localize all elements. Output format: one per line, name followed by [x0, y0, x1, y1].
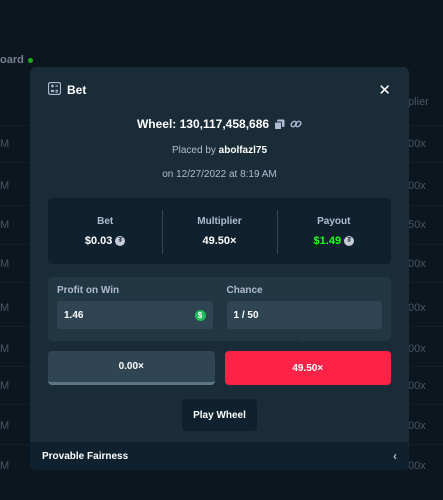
placed-by-prefix: Placed by	[171, 145, 216, 156]
coin-icon: ₮	[344, 235, 355, 246]
play-wheel-button[interactable]: Play Wheel	[182, 399, 257, 431]
profit-value: 1.46	[64, 309, 84, 321]
segment-row: 0.00× 49.50×	[48, 351, 391, 385]
profit-label: Profit on Win	[57, 285, 120, 296]
stat-payout-value: $1.49	[313, 234, 342, 247]
placed-by: Placed by abolfazl75	[30, 145, 409, 156]
selected-segment-pointer	[297, 337, 309, 343]
stat-payout-label: Payout	[317, 215, 351, 227]
profit-input[interactable]: 1.46 $	[57, 301, 213, 329]
stat-bet-value: $0.03	[84, 234, 113, 247]
stat-bet-label: Bet	[97, 215, 114, 227]
stat-payout: Payout $1.49 ₮	[276, 209, 391, 254]
link-icon[interactable]	[290, 118, 302, 130]
stat-multiplier-label: Multiplier	[197, 215, 242, 227]
copy-icon[interactable]	[274, 119, 285, 130]
stat-bet-value-row: $0.03 ₮	[48, 235, 162, 247]
chevron-left-icon[interactable]: ‹	[393, 449, 397, 463]
game-title: Wheel: 130,117,458,686	[30, 117, 409, 131]
bet-slip-icon	[47, 81, 62, 98]
chance-value: 1 / 50	[233, 309, 259, 321]
segment-grey-button[interactable]: 0.00×	[48, 351, 215, 385]
bet-modal: Bet ✕ Wheel: 130,117,458,686 Placed by a…	[30, 67, 409, 470]
stat-multiplier: Multiplier 49.50×	[162, 209, 276, 254]
provable-fairness-bar[interactable]: Provable Fairness ‹	[30, 442, 409, 470]
modal-header: Bet ✕	[30, 67, 409, 113]
modal-title-text: Bet	[67, 83, 87, 97]
chance-input[interactable]: 1 / 50	[226, 301, 382, 329]
chance-field: Chance 1 / 50	[226, 285, 382, 333]
stat-bet: Bet $0.03 ₮	[48, 216, 162, 247]
bet-inputs: Profit on Win 1.46 $ Chance 1 / 50	[48, 277, 391, 341]
username-link[interactable]: abolfazl75	[219, 145, 267, 156]
stat-multiplier-value: 49.50×	[202, 234, 237, 247]
coin-icon: ₮	[115, 235, 126, 246]
chance-label: Chance	[226, 285, 263, 296]
placed-date: on 12/27/2022 at 8:19 AM	[162, 169, 277, 180]
game-title-text: Wheel: 130,117,458,686	[136, 117, 270, 131]
modal-title: Bet	[47, 81, 87, 98]
usdt-icon: $	[194, 309, 206, 321]
provable-fairness-label: Provable Fairness	[42, 450, 129, 462]
close-icon[interactable]: ✕	[378, 81, 391, 99]
profit-field: Profit on Win 1.46 $	[57, 285, 213, 333]
bet-stats: Bet $0.03 ₮ Multiplier 49.50× Payout $1.…	[48, 198, 391, 264]
segment-red-button[interactable]: 49.50×	[224, 351, 391, 385]
stat-payout-value-row: $1.49 ₮	[277, 235, 391, 247]
